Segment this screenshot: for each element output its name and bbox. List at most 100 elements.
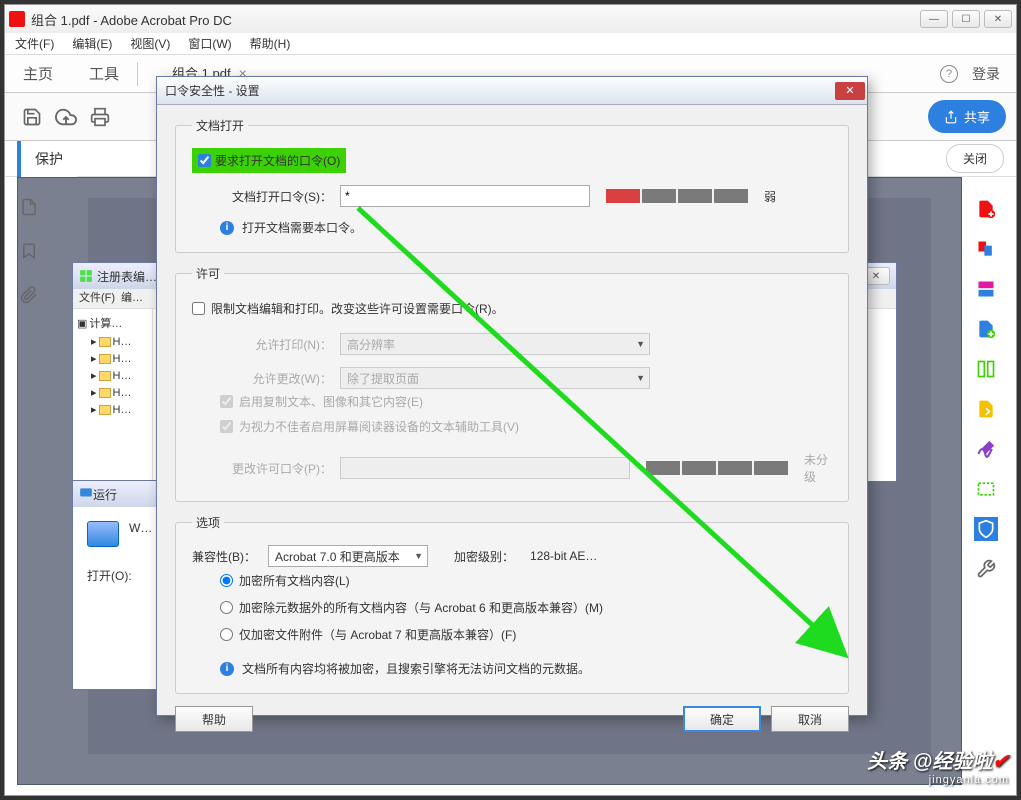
left-sidebar — [5, 177, 53, 305]
menu-window[interactable]: 窗口(W) — [184, 33, 235, 54]
right-sidebar — [966, 177, 1006, 581]
open-password-strength-label: 弱 — [764, 188, 776, 205]
reg-menu-edit[interactable]: 编… — [121, 289, 143, 308]
label-attachments-only: 仅加密文件附件（与 Acrobat 7 和更高版本兼容）(F) — [239, 626, 516, 643]
protect-close-button[interactable]: 关闭 — [946, 144, 1004, 173]
fill-sign-icon[interactable] — [974, 437, 998, 461]
highlight-require-password: 要求打开文档的口令(O) — [192, 148, 346, 173]
select-allow-change: 除了提取页面▼ — [340, 367, 650, 389]
run-open-label: 打开(O): — [87, 567, 132, 584]
minimize-button[interactable]: — — [920, 10, 948, 28]
organize-icon[interactable] — [974, 357, 998, 381]
comment-icon[interactable] — [974, 397, 998, 421]
perm-password-strength-meter — [646, 461, 788, 475]
label-enable-reader: 为视力不佳者启用屏幕阅读器设备的文本辅助工具(V) — [239, 418, 519, 435]
help-icon[interactable]: ? — [940, 65, 958, 83]
checkbox-restrict-editing[interactable] — [192, 302, 205, 315]
menu-file[interactable]: 文件(F) — [11, 33, 58, 54]
checkbox-enable-reader — [220, 420, 233, 433]
more-tools-icon[interactable] — [974, 557, 998, 581]
select-compatibility[interactable]: Acrobat 7.0 和更高版本▼ — [268, 545, 428, 567]
tree-node: ▸H… — [77, 333, 148, 350]
menu-edit[interactable]: 编辑(E) — [68, 33, 116, 54]
dialog-close-button[interactable]: ✕ — [835, 82, 865, 100]
run-title: 运行 — [93, 486, 117, 503]
save-icon[interactable] — [15, 100, 49, 134]
label-change-perm-password: 更改许可口令(P)： — [192, 460, 332, 477]
tree-node: ▸H… — [77, 384, 148, 401]
label-compatibility: 兼容性(B)： — [192, 548, 260, 565]
tools-button[interactable]: 工具 — [71, 57, 137, 90]
run-titlebar-icon — [79, 486, 93, 503]
bookmark-icon[interactable] — [19, 241, 39, 261]
legend-options: 选项 — [192, 514, 224, 531]
tree-node: ▸H… — [77, 367, 148, 384]
legend-document-open: 文档打开 — [192, 117, 248, 134]
input-open-password[interactable] — [340, 185, 590, 207]
label-encryption-level: 加密级别： — [454, 548, 514, 565]
radio-encrypt-all[interactable] — [220, 574, 233, 587]
protect-icon[interactable] — [974, 517, 998, 541]
tree-node: ▸H… — [77, 350, 148, 367]
export-pdf-icon[interactable] — [974, 237, 998, 261]
info-icon: i — [220, 221, 234, 235]
select-allow-print: 高分辨率▼ — [340, 333, 650, 355]
titlebar: 组合 1.pdf - Adobe Acrobat Pro DC — ☐ ✕ — [5, 5, 1016, 33]
print-icon[interactable] — [83, 100, 117, 134]
cloud-icon[interactable] — [49, 100, 83, 134]
checkbox-enable-copy — [220, 395, 233, 408]
registry-tree[interactable]: ▣计算… ▸H… ▸H… ▸H… ▸H… ▸H… — [73, 309, 153, 481]
registry-icon — [79, 269, 93, 283]
perm-password-strength-label: 未分级 — [804, 451, 832, 485]
value-encryption-level: 128-bit AE… — [530, 549, 597, 563]
menu-help[interactable]: 帮助(H) — [246, 33, 295, 54]
registry-title: 注册表编… — [97, 268, 157, 285]
options-info: 文档所有内容均将被加密，且搜索引擎将无法访问文档的元数据。 — [242, 660, 590, 677]
radio-attachments-only[interactable] — [220, 628, 233, 641]
login-button[interactable]: 登录 — [972, 64, 1000, 84]
radio-encrypt-except-meta[interactable] — [220, 601, 233, 614]
app-icon — [9, 11, 25, 27]
attachment-icon[interactable] — [19, 285, 39, 305]
watermark: 头条 @经验啦✔ jingyanla.com — [867, 745, 1009, 786]
label-encrypt-all: 加密所有文档内容(L) — [239, 572, 350, 589]
tree-node-root: ▣计算… — [77, 313, 148, 333]
edit-pdf-icon[interactable] — [974, 277, 998, 301]
fieldset-document-open: 文档打开 要求打开文档的口令(O) 文档打开口令(S)： 弱 i 打开文档需要本… — [175, 117, 849, 253]
checkbox-require-open-password[interactable] — [198, 154, 211, 167]
watermark-main: 头条 @经验啦 — [867, 751, 992, 773]
run-description: W… — [129, 521, 152, 535]
maximize-button[interactable]: ☐ — [952, 10, 980, 28]
share-label: 共享 — [964, 107, 990, 126]
menu-view[interactable]: 视图(V) — [126, 33, 174, 54]
home-button[interactable]: 主页 — [5, 57, 71, 90]
watermark-sub: jingyanla.com — [867, 774, 1009, 786]
cancel-button[interactable]: 取消 — [771, 706, 849, 732]
label-encrypt-except-meta: 加密除元数据外的所有文档内容（与 Acrobat 6 和更高版本兼容）(M) — [239, 599, 603, 616]
fieldset-permissions: 许可 限制文档编辑和打印。改变这些许可设置需要口令(R)。 允许打印(N)： 高… — [175, 265, 849, 502]
window-title: 组合 1.pdf - Adobe Acrobat Pro DC — [31, 10, 920, 29]
combine-files-icon[interactable] — [974, 317, 998, 341]
label-allow-change: 允许更改(W)： — [192, 370, 332, 387]
page-thumbnails-icon[interactable] — [19, 197, 39, 217]
legend-permissions: 许可 — [192, 265, 224, 282]
close-button[interactable]: ✕ — [984, 10, 1012, 28]
help-button[interactable]: 帮助 — [175, 706, 253, 732]
password-security-dialog: 口令安全性 - 设置 ✕ 文档打开 要求打开文档的口令(O) 文档打开口令(S)… — [156, 76, 868, 716]
menubar: 文件(F) 编辑(E) 视图(V) 窗口(W) 帮助(H) — [5, 33, 1016, 55]
dialog-titlebar[interactable]: 口令安全性 - 设置 ✕ — [157, 77, 867, 105]
label-restrict-editing: 限制文档编辑和打印。改变这些许可设置需要口令(R)。 — [211, 300, 504, 317]
redact-icon[interactable] — [974, 477, 998, 501]
ok-button[interactable]: 确定 — [683, 706, 761, 732]
open-password-strength-meter — [606, 189, 748, 203]
label-allow-print: 允许打印(N)： — [192, 336, 332, 353]
protect-label: 保护 — [17, 141, 77, 177]
label-require-open-password: 要求打开文档的口令(O) — [215, 152, 340, 169]
info-icon: i — [220, 662, 234, 676]
open-password-info: 打开文档需要本口令。 — [242, 219, 362, 236]
share-button[interactable]: 共享 — [928, 100, 1006, 133]
create-pdf-icon[interactable] — [974, 197, 998, 221]
label-open-password: 文档打开口令(S)： — [192, 188, 332, 205]
tree-node: ▸H… — [77, 401, 148, 418]
reg-menu-file[interactable]: 文件(F) — [79, 289, 115, 308]
